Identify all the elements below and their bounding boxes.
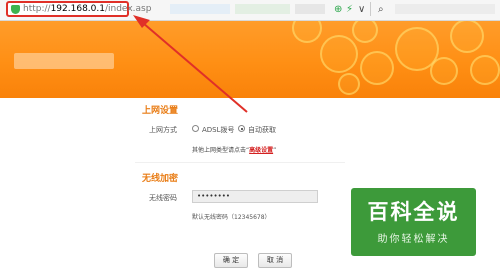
annotation-arrow: [133, 15, 248, 113]
